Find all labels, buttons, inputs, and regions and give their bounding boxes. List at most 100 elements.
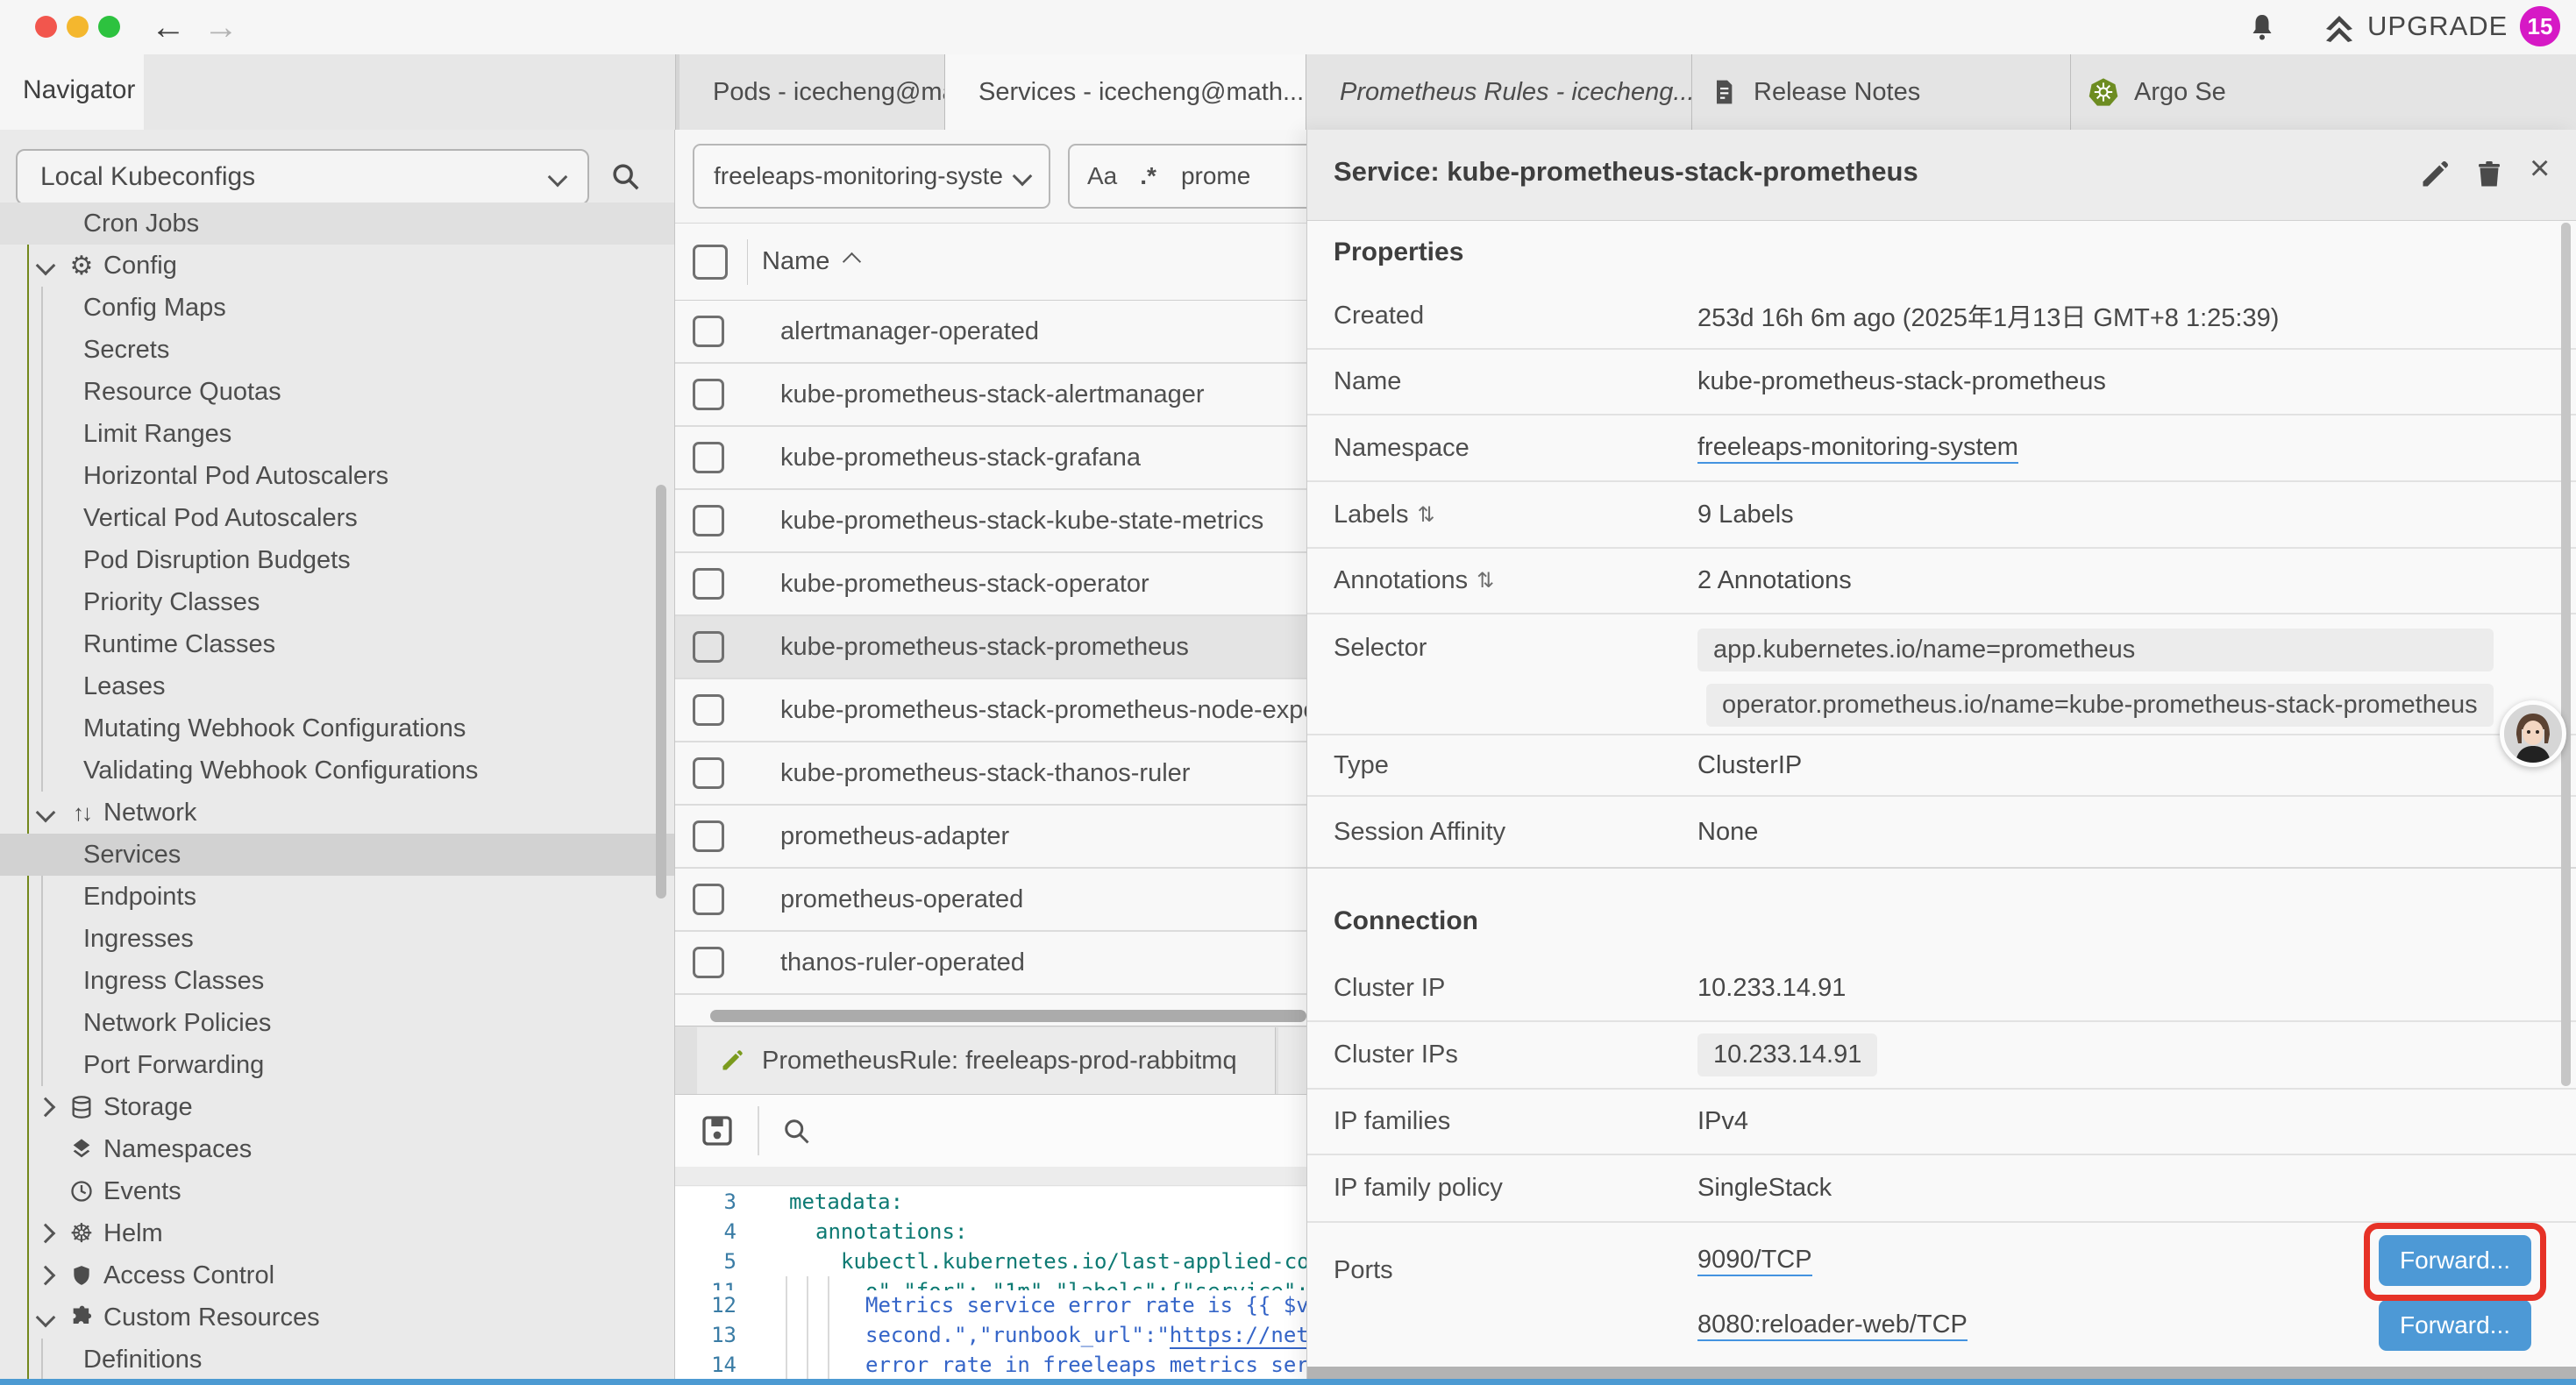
row-checkbox[interactable] [693, 694, 724, 726]
detail-scrollbar[interactable] [2561, 223, 2571, 1086]
save-icon[interactable] [700, 1113, 735, 1148]
tab-release-notes[interactable]: Release Notes [1692, 54, 2071, 130]
row-checkbox[interactable] [693, 947, 724, 978]
table-row[interactable]: thanos-ruler-operated [675, 932, 1306, 995]
sidebar-item-namespaces[interactable]: Namespaces [0, 1128, 675, 1170]
table-row[interactable]: kube-prometheus-stack-kube-state-metrics [675, 490, 1306, 553]
table-row[interactable]: kube-prometheus-stack-grafana [675, 427, 1306, 490]
upgrade-button[interactable]: UPGRADE [2367, 11, 2508, 42]
sidebar-item-network-policies[interactable]: Network Policies [0, 1002, 675, 1044]
property-row-type: Type ClusterIP [1307, 735, 2576, 797]
sidebar-group-network[interactable]: ↑↓Network [0, 792, 675, 834]
close-panel-icon[interactable]: × [2530, 149, 2550, 188]
back-button[interactable]: ← [151, 7, 186, 47]
port-link[interactable]: 8080:reloader-web/TCP [1697, 1310, 1968, 1341]
sidebar-item-pod-disruption-budgets[interactable]: Pod Disruption Budgets [0, 539, 675, 581]
sidebar-item-limit-ranges[interactable]: Limit Ranges [0, 413, 675, 455]
sidebar-group-config[interactable]: ⚙Config [0, 245, 675, 287]
window-bottom-edge [0, 1379, 2576, 1385]
upgrade-chevrons-icon[interactable] [2322, 11, 2357, 46]
sidebar-item-port-forwarding[interactable]: Port Forwarding [0, 1044, 675, 1086]
table-row[interactable]: kube-prometheus-stack-thanos-ruler [675, 742, 1306, 806]
namespace-select[interactable]: freeleaps-monitoring-system [693, 144, 1050, 209]
match-case-toggle[interactable]: Aa [1087, 162, 1117, 190]
notifications-bell-icon[interactable] [2246, 12, 2278, 44]
table-row[interactable]: kube-prometheus-stack-operator [675, 553, 1306, 616]
sidebar-item-horizontal-pod-autoscalers[interactable]: Horizontal Pod Autoscalers [0, 455, 675, 497]
regex-toggle[interactable]: .* [1140, 162, 1156, 190]
row-checkbox[interactable] [693, 631, 724, 663]
filter-box: Aa .* [1068, 144, 1306, 209]
sidebar-item-priority-classes[interactable]: Priority Classes [0, 581, 675, 623]
delete-trash-icon[interactable] [2473, 159, 2505, 190]
row-checkbox[interactable] [693, 820, 724, 852]
sidebar-scrollbar[interactable] [656, 485, 666, 898]
tab-pods[interactable]: Pods - icecheng@mathmas... [680, 54, 945, 130]
sidebar-item-events[interactable]: Events [0, 1170, 675, 1212]
tab-prometheus-rules[interactable]: Prometheus Rules - icecheng... [1306, 54, 1692, 130]
user-avatar[interactable] [2500, 700, 2566, 767]
expand-collapse-icon[interactable]: ⇅ [1417, 502, 1434, 528]
sidebar-item-ingress-classes[interactable]: Ingress Classes [0, 960, 675, 1002]
sidebar-item-vertical-pod-autoscalers[interactable]: Vertical Pod Autoscalers [0, 497, 675, 539]
row-checkbox[interactable] [693, 316, 724, 347]
sidebar-item-definitions[interactable]: Definitions [0, 1339, 675, 1381]
horizontal-scrollbar[interactable] [710, 1010, 1306, 1022]
tab-services[interactable]: Services - icecheng@math... × [945, 54, 1306, 130]
detail-horizontal-scrollbar[interactable] [1307, 1367, 2576, 1380]
table-row[interactable]: prometheus-operated [675, 869, 1306, 932]
forward-button[interactable]: → [203, 7, 238, 47]
edit-pencil-icon[interactable] [2419, 159, 2451, 190]
sidebar-group-custom-resources[interactable]: Custom Resources [0, 1296, 675, 1339]
sidebar-group-storage[interactable]: Storage [0, 1086, 675, 1128]
sort-ascending-icon[interactable] [843, 252, 861, 271]
connection-section-title: Connection [1334, 906, 1478, 936]
row-checkbox[interactable] [693, 568, 724, 600]
services-table: alertmanager-operated kube-prometheus-st… [675, 301, 1306, 995]
sidebar-item-cron-jobs[interactable]: Cron Jobs [0, 202, 675, 245]
minimize-window-button[interactable] [67, 16, 89, 38]
table-row[interactable]: alertmanager-operated [675, 301, 1306, 364]
row-checkbox[interactable] [693, 884, 724, 915]
kubeconfig-select[interactable]: Local Kubeconfigs [16, 149, 589, 205]
column-header-name[interactable]: Name [762, 247, 829, 276]
table-row-selected[interactable]: kube-prometheus-stack-prometheus [675, 616, 1306, 679]
sidebar-item-secrets[interactable]: Secrets [0, 329, 675, 371]
expand-collapse-icon[interactable]: ⇅ [1477, 568, 1494, 593]
sidebar-item-leases[interactable]: Leases [0, 665, 675, 707]
editor-tab-partial[interactable] [1278, 1027, 1306, 1094]
sidebar-item-services[interactable]: Services [0, 834, 675, 876]
maximize-window-button[interactable] [98, 16, 120, 38]
port-link[interactable]: 9090/TCP [1697, 1246, 1812, 1276]
tab-argo[interactable]: Argo Se [2071, 54, 2576, 130]
chevron-down-icon [548, 167, 568, 188]
filter-input[interactable] [1179, 161, 1288, 191]
table-row[interactable]: kube-prometheus-stack-alertmanager [675, 364, 1306, 427]
sidebar-search-icon[interactable] [608, 160, 642, 193]
row-checkbox[interactable] [693, 442, 724, 473]
row-checkbox[interactable] [693, 757, 724, 789]
row-checkbox[interactable] [693, 505, 724, 536]
sidebar-group-helm[interactable]: ☸Helm [0, 1212, 675, 1254]
sidebar-item-runtime-classes[interactable]: Runtime Classes [0, 623, 675, 665]
editor-search-icon[interactable] [780, 1115, 812, 1147]
table-row[interactable]: kube-prometheus-stack-prometheus-node-ex… [675, 679, 1306, 742]
namespace-link[interactable]: freeleaps-monitoring-system [1697, 433, 2018, 464]
close-window-button[interactable] [35, 16, 57, 38]
sidebar-item-validating-webhook-configurations[interactable]: Validating Webhook Configurations [0, 749, 675, 792]
row-checkbox[interactable] [693, 379, 724, 410]
tab-bar: Navigator Pods - icecheng@mathmas... Ser… [0, 54, 2576, 131]
sidebar-item-endpoints[interactable]: Endpoints [0, 876, 675, 918]
editor-tab-prometheusrule[interactable]: PrometheusRule: freeleaps-prod-rabbitmq [697, 1027, 1276, 1094]
runbook-url-link[interactable]: https://net [1170, 1323, 1306, 1349]
table-row[interactable]: prometheus-adapter [675, 806, 1306, 869]
sidebar-item-config-maps[interactable]: Config Maps [0, 287, 675, 329]
sidebar-item-mutating-webhook-configurations[interactable]: Mutating Webhook Configurations [0, 707, 675, 749]
notification-count-badge[interactable]: 15 [2520, 6, 2560, 46]
sidebar-item-resource-quotas[interactable]: Resource Quotas [0, 371, 675, 413]
sidebar-item-ingresses[interactable]: Ingresses [0, 918, 675, 960]
yaml-editor[interactable]: 3metadata: 4annotations: 5kubectl.kubern… [675, 1187, 1306, 1385]
select-all-checkbox[interactable] [693, 245, 728, 280]
sidebar-group-access-control[interactable]: Access Control [0, 1254, 675, 1296]
forward-button[interactable]: Forward... [2379, 1300, 2531, 1351]
